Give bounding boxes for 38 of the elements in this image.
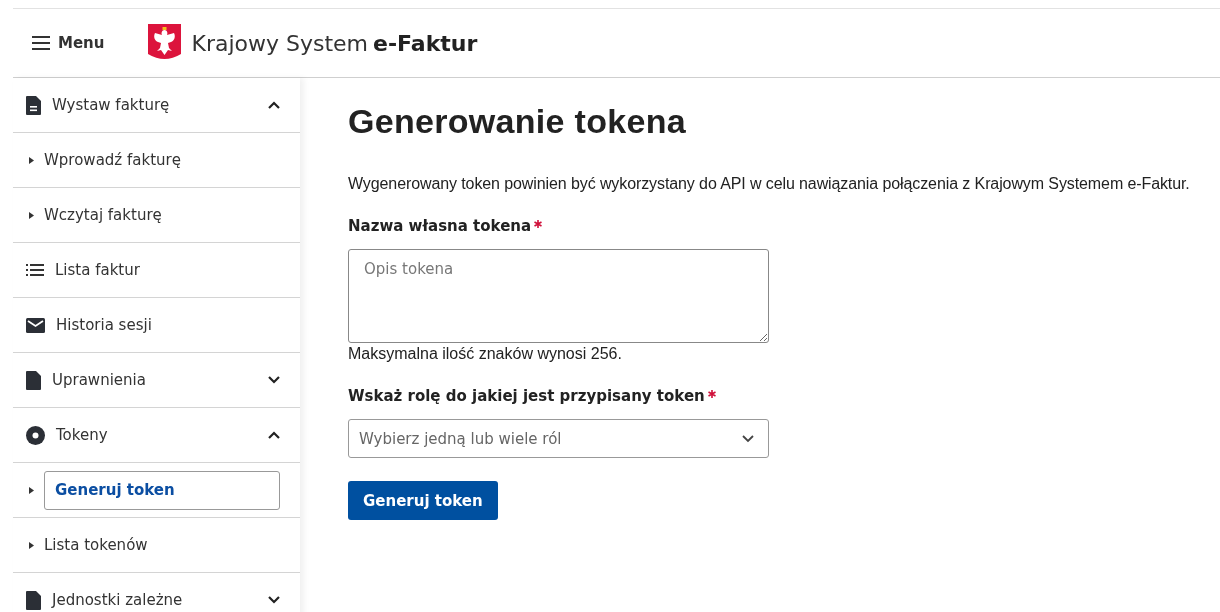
page-title: Generowanie tokena: [348, 102, 687, 141]
nav-link[interactable]: Jednostki zależne: [52, 591, 257, 609]
chevron-up-icon[interactable]: [268, 431, 280, 439]
mail-icon: [26, 317, 45, 333]
nav-link[interactable]: Lista tokenów: [44, 536, 280, 554]
file-icon: [26, 370, 41, 390]
nav-link[interactable]: Historia sesji: [56, 316, 280, 334]
brand-name: Krajowy System: [191, 30, 369, 56]
nav-link[interactable]: Generuj token: [44, 470, 280, 510]
field-label: Wskaż rolę do jakiej jest przypisany token: [348, 387, 705, 405]
list-icon: [26, 264, 44, 276]
triangle-icon: [29, 541, 34, 549]
emblem-icon: [148, 24, 182, 62]
nav-link[interactable]: Wprowadź fakturę: [44, 151, 280, 169]
disc-icon: [26, 425, 45, 445]
hint-text: Maksymalna ilość znaków wynosi 256.: [348, 345, 623, 363]
triangle-icon: [29, 156, 34, 164]
chevron-down-icon[interactable]: [268, 376, 280, 384]
menu-icon: [32, 36, 50, 50]
nav-link[interactable]: Wystaw fakturę: [52, 96, 257, 114]
field-label: Nazwa własna tokena: [348, 217, 532, 235]
menu-button[interactable]: Menu: [13, 34, 105, 52]
triangle-icon: [29, 211, 34, 219]
token-name-field[interactable]: Opis tokena: [348, 249, 769, 343]
role-select[interactable]: Wybierz jedną lub wiele ról: [348, 419, 769, 458]
nav-link[interactable]: Lista faktur: [55, 261, 280, 279]
nav-link[interactable]: Uprawnienia: [52, 371, 257, 389]
nav-link[interactable]: Tokeny: [56, 426, 257, 444]
triangle-icon: [29, 486, 34, 494]
nav-link[interactable]: Wczytaj fakturę: [44, 206, 280, 224]
chevron-down-icon[interactable]: [268, 596, 280, 604]
description-text: Wygenerowany token powinien być wykorzystany do API w celu nawiązania połączenia z Krajowym Systemem e-Faktur.: [348, 175, 1190, 193]
chevron-up-icon[interactable]: [268, 101, 280, 109]
file-icon: [26, 590, 41, 610]
generate-token-button[interactable]: Generuj token: [348, 481, 498, 520]
chevron-down-icon: [742, 434, 754, 443]
document-icon: [26, 95, 41, 115]
brand-accent: e-Faktur: [373, 30, 478, 56]
